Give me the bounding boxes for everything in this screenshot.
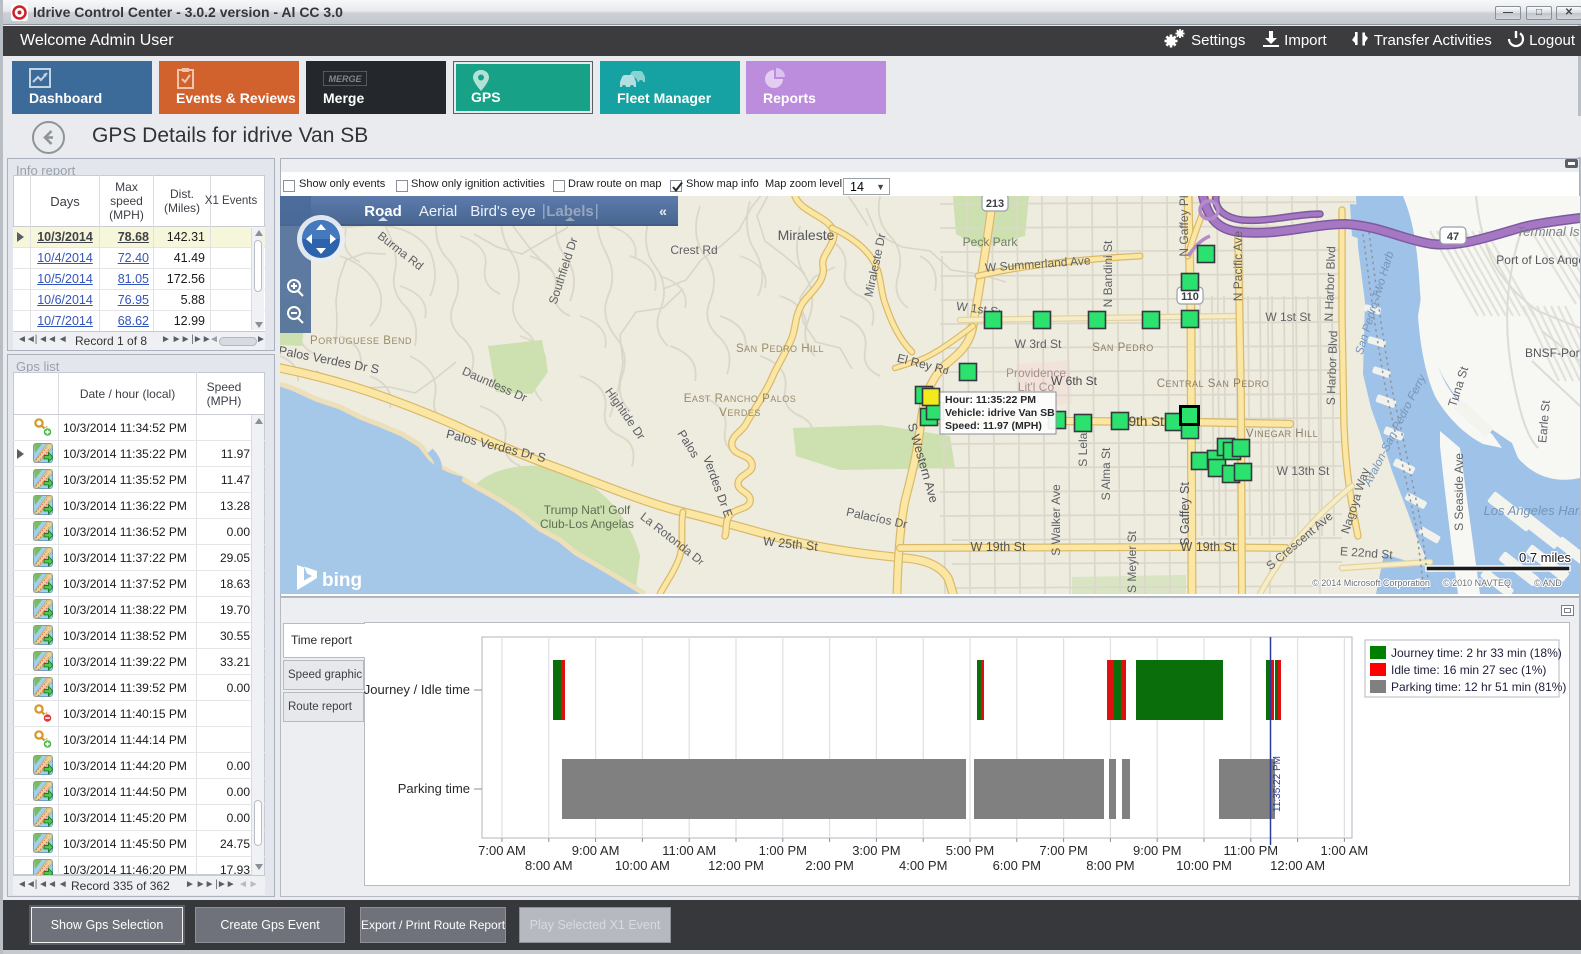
svg-text:«: « <box>659 203 667 219</box>
svg-text:Los Angeles Harb: Los Angeles Harb <box>1484 503 1580 518</box>
svg-text:BNSF-Port: BNSF-Port <box>1525 346 1580 360</box>
svg-text:W 3rd St: W 3rd St <box>1015 337 1062 351</box>
svg-text:Club-Los Angelas: Club-Los Angelas <box>540 517 634 531</box>
svg-text:© AND: © AND <box>1534 578 1562 588</box>
svg-text:S Seaside Ave: S Seaside Ave <box>1452 453 1466 531</box>
svg-text:3:00 PM: 3:00 PM <box>852 843 900 858</box>
svg-text:11:00 AM: 11:00 AM <box>662 843 716 858</box>
svg-text:7:00 AM: 7:00 AM <box>478 843 526 858</box>
svg-text:8:00 AM: 8:00 AM <box>525 858 573 873</box>
svg-text:0.7 miles: 0.7 miles <box>1519 550 1572 565</box>
svg-text:10:00 PM: 10:00 PM <box>1176 858 1232 873</box>
svg-text:W 19th St: W 19th St <box>971 540 1026 554</box>
svg-text:Terminal Is: Terminal Is <box>1516 224 1580 239</box>
svg-text:5:00 PM: 5:00 PM <box>946 843 994 858</box>
svg-text:Vehicle: idrive Van SB: Vehicle: idrive Van SB <box>945 407 1055 419</box>
svg-text:bing: bing <box>322 570 362 591</box>
svg-text:2:00 PM: 2:00 PM <box>805 858 853 873</box>
svg-text:N Gaffey Pl: N Gaffey Pl <box>1177 196 1191 257</box>
svg-text:10:00 AM: 10:00 AM <box>615 858 670 873</box>
svg-text:W 1st St: W 1st St <box>1265 310 1311 324</box>
svg-text:S Walker Ave: S Walker Ave <box>1049 484 1063 556</box>
svg-text:12:00 AM: 12:00 AM <box>1270 858 1325 873</box>
svg-text:Hour: 11:35:22 PM: Hour: 11:35:22 PM <box>945 394 1036 406</box>
svg-text:© 2014 Microsoft Corporation: © 2014 Microsoft Corporation <box>1312 578 1430 588</box>
svg-text:Bird's eye: Bird's eye <box>470 203 535 220</box>
svg-text:Miraleste: Miraleste <box>778 227 835 243</box>
svg-text:CENTRAL SAN PEDRO: CENTRAL SAN PEDRO <box>1157 378 1270 390</box>
svg-text:Speed: 11.97 (MPH): Speed: 11.97 (MPH) <box>945 420 1042 432</box>
svg-text:6:00 PM: 6:00 PM <box>993 858 1041 873</box>
svg-text:S Harbor Blvd: S Harbor Blvd <box>1324 330 1341 405</box>
svg-text:Aerial: Aerial <box>419 203 457 220</box>
svg-text:S Gaffey St: S Gaffey St <box>1178 482 1192 546</box>
svg-text:PORTUGUESE BEND: PORTUGUESE BEND <box>310 335 412 347</box>
svg-text:47: 47 <box>1447 231 1459 243</box>
svg-text:© 2010 NAVTEQ: © 2010 NAVTEQ <box>1443 578 1511 588</box>
svg-text:N Pacific Ave: N Pacific Ave <box>1231 230 1245 301</box>
svg-text:Peck Park: Peck Park <box>963 235 1019 249</box>
svg-text:9:00 AM: 9:00 AM <box>572 843 620 858</box>
svg-text:SAN PEDRO: SAN PEDRO <box>1092 342 1154 354</box>
svg-text:4:00 PM: 4:00 PM <box>899 858 947 873</box>
svg-text:9:00 PM: 9:00 PM <box>1133 843 1181 858</box>
svg-text:Parking time: 12 hr 51 min (81: Parking time: 12 hr 51 min (81%) <box>1391 680 1566 694</box>
svg-text:12:00 PM: 12:00 PM <box>708 858 764 873</box>
svg-text:Journey time: 2 hr 33 min (18%: Journey time: 2 hr 33 min (18%) <box>1391 646 1562 660</box>
svg-text:110: 110 <box>1181 291 1199 303</box>
svg-text:N Harbor Blvd: N Harbor Blvd <box>1322 246 1339 322</box>
svg-text:N Bandini St: N Bandini St <box>1101 240 1115 307</box>
svg-text:S Alma St: S Alma St <box>1099 447 1113 500</box>
svg-text:W 6th St: W 6th St <box>1051 374 1098 388</box>
svg-text:SAN PEDRO HILL: SAN PEDRO HILL <box>736 343 824 355</box>
svg-text:Idle time: 16 min 27 sec (1%): Idle time: 16 min 27 sec (1%) <box>1391 663 1546 677</box>
svg-text:W 19th St: W 19th St <box>1181 540 1236 554</box>
svg-text:Journey / Idle time: Journey / Idle time <box>364 682 470 697</box>
svg-text:1:00 AM: 1:00 AM <box>1321 843 1369 858</box>
svg-text:11:35:22 PM: 11:35:22 PM <box>1272 756 1283 812</box>
svg-text:7:00 PM: 7:00 PM <box>1039 843 1087 858</box>
svg-text:VERDES: VERDES <box>719 407 761 419</box>
svg-text:Crest Rd: Crest Rd <box>670 243 717 257</box>
svg-text:8:00 PM: 8:00 PM <box>1086 858 1134 873</box>
svg-text:EAST RANCHO PALOS: EAST RANCHO PALOS <box>684 393 797 405</box>
svg-text:VINEGAR HILL: VINEGAR HILL <box>1246 428 1318 440</box>
svg-text:1:00 PM: 1:00 PM <box>759 843 807 858</box>
svg-text:213: 213 <box>986 198 1004 210</box>
svg-text:11:00 PM: 11:00 PM <box>1223 843 1278 858</box>
svg-text:Trump Nat'l Golf: Trump Nat'l Golf <box>544 503 631 517</box>
svg-text:Port of Los Angel: Port of Los Angel <box>1496 253 1580 267</box>
svg-text:Parking time: Parking time <box>398 781 470 796</box>
svg-text:W 13th St: W 13th St <box>1277 464 1330 478</box>
svg-text:S Meyler St: S Meyler St <box>1125 530 1139 593</box>
svg-text:MERGE: MERGE <box>328 74 362 84</box>
